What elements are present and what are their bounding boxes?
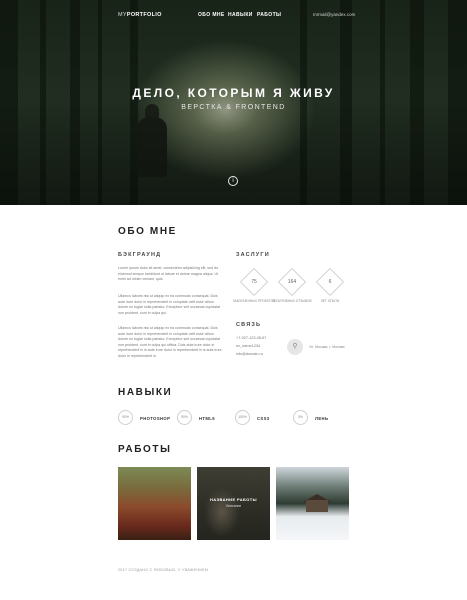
contact-email[interactable]: info@domain.ru (236, 352, 263, 356)
contact-address: Ул. Москва, г. Москва (309, 345, 345, 349)
skill-level-circle: 100% (235, 410, 250, 425)
skill-name: PHOTOSHOP (140, 416, 171, 421)
info-icon[interactable]: i (228, 176, 238, 186)
work-title: НАЗВАНИЕ РАБОТЫ (210, 497, 257, 502)
skill-name: ЛЕНЬ (315, 416, 329, 421)
about-title: ОБО МНЕ (118, 226, 177, 237)
header-email-link[interactable]: mrmail@yandex.com (313, 12, 355, 17)
cabin (306, 500, 328, 512)
merits-title: ЗАСЛУГИ (236, 252, 270, 258)
about-paragraph: Lorem ipsum dolor sit amet, consectetur … (118, 266, 219, 281)
hero-banner: MYPORTFOLIO ОБО МНЕ НАВЫКИ РАБОТЫ mrmail… (0, 0, 467, 205)
contact-phone[interactable]: +7-927-123-45-67 (236, 336, 267, 340)
skills-title: НАВЫКИ (118, 387, 173, 398)
nav-about[interactable]: ОБО МНЕ (198, 12, 225, 18)
about-paragraph: Ullamco laboris nisi ut aliquip ex ea co… (118, 294, 221, 315)
site-logo[interactable]: MYPORTFOLIO (118, 12, 162, 18)
skill-name: HTML5 (199, 416, 215, 421)
contacts-title: СВЯЗЬ (236, 322, 262, 328)
hero-subtitle: ВЕРСТКА & FRONTEND (181, 104, 286, 111)
hero-title: ДЕЛО, КОТОРЫМ Я ЖИВУ (132, 86, 335, 100)
about-paragraph: Ullamco laboris nisi ut aliquip ex ea co… (118, 326, 222, 358)
hero-overlay (0, 0, 467, 205)
footer-text: 2017 СОЗДАНО С ЛЮБОВЬЮ, С УВАЖЕНИЕМ (118, 568, 209, 572)
skill-level-circle: 0% (293, 410, 308, 425)
nav-skills[interactable]: НАВЫКИ (228, 12, 253, 18)
stat-value: 164 (287, 279, 297, 285)
work-thumbnail[interactable] (276, 467, 349, 540)
stat-label: ЛЕТ ОПЫТА (320, 299, 340, 303)
contact-skype[interactable]: ex_name1234 (236, 344, 260, 348)
work-thumbnail[interactable] (118, 467, 191, 540)
background-title: БЭКГРАУНД (118, 252, 162, 258)
works-title: РАБОТЫ (118, 444, 172, 455)
logo-bold: PORTFOLIO (126, 12, 162, 18)
stat-value: 6 (328, 279, 332, 285)
skill-name: CSS3 (257, 416, 270, 421)
work-thumbnail-featured[interactable]: НАЗВАНИЕ РАБОТЫ Описание (197, 467, 270, 540)
skill-level-circle: 90% (118, 410, 133, 425)
work-description: Описание (225, 504, 242, 508)
location-icon: ⚲ (287, 339, 303, 355)
nav-works[interactable]: РАБОТЫ (257, 12, 281, 18)
logo-prefix: MY (118, 12, 127, 18)
stat-value: 75 (251, 279, 257, 285)
skill-level-circle: 90% (177, 410, 192, 425)
